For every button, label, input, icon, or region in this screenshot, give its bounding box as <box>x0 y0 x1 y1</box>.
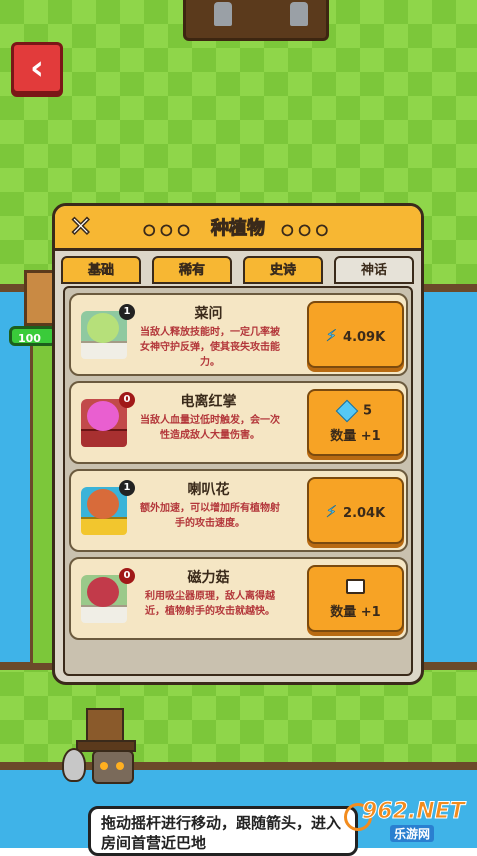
watermark-subtext: 乐游网 <box>390 825 435 842</box>
robot-head <box>92 750 134 784</box>
plant-card: 0 磁力菇 利用吸尘器原理，敌人离得越近，植物射手的攻击就越快。 数量 +1 <box>69 557 408 640</box>
plant-description: 利用吸尘器原理，敌人离得越近，植物射手的攻击就越快。 <box>145 591 275 617</box>
level-badge: 0 <box>119 392 135 408</box>
back-button[interactable]: ‹ <box>11 42 63 94</box>
fence-icon <box>81 341 127 359</box>
plant-description: 额外加速，可以增加所有植物射手的攻击速度。 <box>140 503 280 529</box>
price-label: 2.04K <box>343 506 386 521</box>
title-dots-left: ○○○ <box>143 222 195 239</box>
plant-shop-panel: ✕ ○○○ 种植物 ○○○ 基础 稀有 史诗 神话 1 菜问 当敌人释放技能时，… <box>52 203 424 685</box>
energy-bolt-icon: ⚡ <box>325 326 338 346</box>
tab-myth[interactable]: 神话 <box>334 256 414 284</box>
plant-list: 1 菜问 当敌人释放技能时，一定几率被女神守护反弹，使其丧失攻击能力。 ⚡ 4.0… <box>63 286 413 676</box>
rarity-tabs: 基础 稀有 史诗 神话 <box>61 256 417 284</box>
eye-icon <box>100 762 108 770</box>
tab-epic[interactable]: 史诗 <box>243 256 323 284</box>
vegetable-plant-icon <box>87 313 119 343</box>
level-badge: 1 <box>119 304 135 320</box>
health-bar: 100 <box>9 326 57 346</box>
plant-name: 喇叭花 <box>187 482 230 498</box>
price-label: 4.09K <box>343 330 386 345</box>
upgrade-button[interactable]: ⚡ 2.04K <box>307 477 404 544</box>
magnet-mushroom-plant-icon <box>87 577 119 607</box>
panel-header: ✕ ○○○ 种植物 ○○○ <box>55 206 421 251</box>
unlock-button[interactable]: 5 数量 +1 <box>307 389 404 456</box>
plant-description: 当敌人释放技能时，一定几率被女神守护反弹，使其丧失攻击能力。 <box>140 327 280 368</box>
back-arrow-icon: ‹ <box>29 48 44 88</box>
title-dots-right: ○○○ <box>281 222 333 239</box>
energy-bolt-icon: ⚡ <box>325 502 338 522</box>
statue-icon <box>290 2 308 26</box>
plant-card: 0 电离红掌 当敌人血量过低时触发，会一次性造成敌人大量伤害。 5 数量 +1 <box>69 381 408 464</box>
plant-name: 电离红掌 <box>180 394 237 410</box>
eye-icon <box>116 762 124 770</box>
video-camera-icon <box>346 579 365 594</box>
plant-card: 1 菜问 当敌人释放技能时，一定几率被女神守护反弹，使其丧失攻击能力。 ⚡ 4.0… <box>69 293 408 376</box>
plant-name: 菜问 <box>194 306 223 322</box>
fence-icon <box>81 605 127 623</box>
quantity-label: 数量 +1 <box>330 605 381 620</box>
price-label: 5 <box>362 403 373 419</box>
morning-glory-plant-icon <box>87 489 119 519</box>
upgrade-button[interactable]: ⚡ 4.09K <box>307 301 404 368</box>
panel-title: ○○○ 种植物 ○○○ <box>55 214 421 240</box>
level-badge: 0 <box>119 568 135 584</box>
stone-platform <box>183 0 329 41</box>
diamond-icon <box>335 399 359 423</box>
tab-basic[interactable]: 基础 <box>61 256 141 284</box>
plant-description: 当敌人血量过低时触发，会一次性造成敌人大量伤害。 <box>140 415 280 441</box>
site-watermark: 962.NET 乐游网 <box>344 799 472 845</box>
shovel-icon <box>62 748 86 782</box>
plant-card: 1 喇叭花 额外加速，可以增加所有植物射手的攻击速度。 ⚡ 2.04K <box>69 469 408 552</box>
watch-ad-button[interactable]: 数量 +1 <box>307 565 404 632</box>
watermark-text: 962.NET <box>362 799 466 825</box>
robot-guide-character <box>62 708 157 818</box>
health-value: 100 <box>18 332 41 345</box>
fence-icon <box>81 517 127 535</box>
plant-name: 磁力菇 <box>187 570 230 586</box>
tab-rare[interactable]: 稀有 <box>152 256 232 284</box>
fence-icon <box>81 429 127 447</box>
panel-title-text: 种植物 <box>211 218 266 240</box>
tutorial-text: 拖动摇杆进行移动，跟随箭头，进入房间首营近巴地 <box>101 814 342 852</box>
quantity-label: 数量 +1 <box>330 429 381 444</box>
tutorial-speech-bubble: 拖动摇杆进行移动，跟随箭头，进入房间首营近巴地 <box>88 806 358 856</box>
anthurium-plant-icon <box>87 401 119 431</box>
statue-icon <box>214 2 232 26</box>
level-badge: 1 <box>119 480 135 496</box>
